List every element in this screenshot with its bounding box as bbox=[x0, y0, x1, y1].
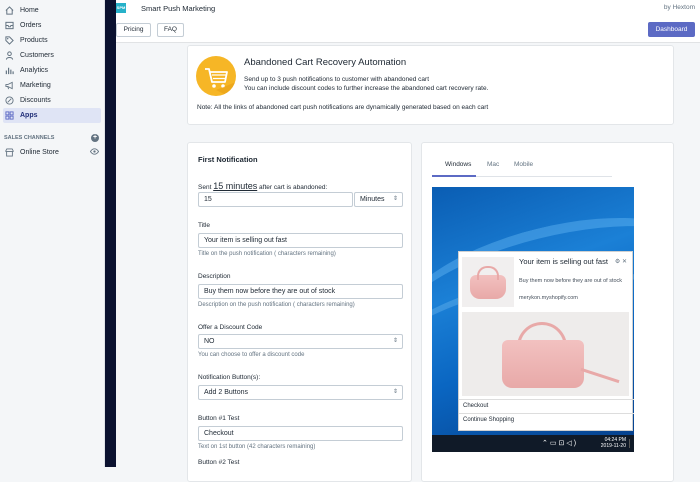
intro-line-2: You can include discount codes to furthe… bbox=[244, 85, 489, 92]
tab-windows[interactable]: Windows bbox=[445, 161, 471, 168]
buttons-select[interactable]: Add 2 Buttons ⇕ bbox=[198, 385, 403, 400]
person-icon bbox=[5, 51, 14, 60]
sidebar-item-apps[interactable]: Apps bbox=[3, 108, 101, 123]
title-input[interactable]: Your item is selling out fast bbox=[198, 233, 403, 248]
sidebar-item-label: Home bbox=[20, 7, 39, 14]
windows-taskbar: ⌃▭⊡◁) 04:24 PM 2019-11-20 bbox=[432, 435, 634, 452]
tab-mobile[interactable]: Mobile bbox=[514, 161, 533, 168]
notification-body: Buy them now before they are out of stoc… bbox=[519, 278, 623, 284]
sent-label: Sent 15 minutes after cart is abandoned: bbox=[198, 181, 327, 191]
sales-channels-header: SALES CHANNELS + bbox=[4, 134, 99, 142]
sidebar-item-label: Apps bbox=[20, 112, 38, 119]
button1-input[interactable]: Checkout bbox=[198, 426, 403, 441]
eye-icon[interactable] bbox=[89, 148, 100, 157]
intro-card: Abandoned Cart Recovery Automation Send … bbox=[187, 45, 674, 125]
preview-card: Windows Mac Mobile Your item is selling … bbox=[421, 142, 674, 482]
intro-line-1: Send up to 3 push notifications to custo… bbox=[244, 76, 430, 83]
faq-button[interactable]: FAQ bbox=[157, 23, 184, 37]
sidebar-item-customers[interactable]: Customers bbox=[3, 48, 101, 63]
delay-unit-select[interactable]: Minutes ⇕ bbox=[354, 192, 403, 207]
bar-chart-icon bbox=[5, 66, 14, 75]
intro-note: Note: All the links of abandoned cart pu… bbox=[197, 104, 489, 111]
button2-label: Button #2 Test bbox=[198, 459, 240, 466]
apps-icon bbox=[5, 111, 14, 120]
buttons-label: Notification Button(s): bbox=[198, 374, 261, 381]
intro-title: Abandoned Cart Recovery Automation bbox=[244, 57, 407, 68]
sent-suffix: after cart is abandoned: bbox=[259, 184, 328, 191]
discount-icon bbox=[5, 96, 14, 105]
notification-thumbnail bbox=[462, 257, 514, 307]
sidebar-item-label: Marketing bbox=[20, 82, 51, 89]
sidebar-item-label: Products bbox=[20, 37, 48, 44]
dashboard-button[interactable]: Dashboard bbox=[648, 22, 695, 37]
select-arrows-icon: ⇕ bbox=[392, 389, 398, 395]
store-icon bbox=[5, 148, 14, 157]
system-tray-icons: ⌃▭⊡◁) bbox=[542, 440, 579, 447]
sidebar: Home Orders Products Customers Analytics… bbox=[0, 0, 105, 467]
sidebar-item-label: Customers bbox=[20, 52, 54, 59]
shopping-cart-icon bbox=[196, 56, 236, 96]
discount-value: NO bbox=[204, 338, 215, 345]
preview-tabs: Windows Mac Mobile bbox=[432, 155, 612, 177]
selected-tab-indicator bbox=[432, 175, 476, 177]
developer-credit: by Hextom bbox=[663, 4, 695, 11]
sidebar-item-online-store[interactable]: Online Store bbox=[3, 145, 101, 160]
clock-date: 2019-11-20 bbox=[600, 443, 626, 449]
sidebar-item-label: Discounts bbox=[20, 97, 51, 104]
sidebar-item-products[interactable]: Products bbox=[3, 33, 101, 48]
description-help: Description on the push notification ( c… bbox=[198, 302, 355, 308]
app-header: SPM Smart Push Marketing by Hextom bbox=[116, 0, 700, 18]
delay-unit-value: Minutes bbox=[360, 196, 385, 203]
title-help: Title on the push notification ( charact… bbox=[198, 251, 336, 257]
sidebar-item-orders[interactable]: Orders bbox=[3, 18, 101, 33]
sidebar-item-label: Orders bbox=[20, 22, 42, 29]
discount-label: Offer a Discount Code bbox=[198, 324, 263, 331]
first-notification-card: First Notification Sent 15 minutes after… bbox=[187, 142, 412, 482]
windows-desktop-preview: Your item is selling out fast ⚙ ✕ Buy th… bbox=[432, 187, 634, 452]
tag-icon bbox=[5, 36, 14, 45]
action-bar: Pricing FAQ Dashboard bbox=[116, 18, 700, 43]
sidebar-item-discounts[interactable]: Discounts bbox=[3, 93, 101, 108]
discount-help: You can choose to offer a discount code bbox=[198, 352, 305, 358]
buttons-value: Add 2 Buttons bbox=[204, 389, 248, 396]
taskbar-clock: 04:24 PM 2019-11-20 bbox=[601, 437, 626, 449]
orders-icon bbox=[5, 21, 14, 30]
notification-domain: merykon.myshopify.com bbox=[519, 295, 578, 301]
notification-action-checkout[interactable]: Checkout bbox=[463, 403, 488, 409]
megaphone-icon bbox=[5, 81, 14, 90]
discount-select[interactable]: NO ⇕ bbox=[198, 334, 403, 349]
sidebar-item-home[interactable]: Home bbox=[3, 3, 101, 18]
notification-controls[interactable]: ⚙ ✕ bbox=[615, 258, 627, 265]
sent-delay-link[interactable]: 15 minutes bbox=[213, 181, 257, 191]
description-input[interactable]: Buy them now before they are out of stoc… bbox=[198, 284, 403, 299]
sidebar-item-marketing[interactable]: Marketing bbox=[3, 78, 101, 93]
title-label: Title bbox=[198, 222, 211, 229]
sent-prefix: Sent bbox=[198, 184, 212, 191]
home-icon bbox=[5, 6, 14, 15]
sidebar-item-analytics[interactable]: Analytics bbox=[3, 63, 101, 78]
add-channel-icon[interactable]: + bbox=[91, 134, 99, 142]
tab-mac[interactable]: Mac bbox=[487, 161, 499, 168]
select-arrows-icon: ⇕ bbox=[392, 196, 398, 202]
sidebar-item-label: Analytics bbox=[20, 67, 49, 74]
description-label: Description bbox=[198, 273, 231, 280]
pricing-button[interactable]: Pricing bbox=[116, 23, 151, 37]
notification-title: Your item is selling out fast bbox=[519, 257, 608, 266]
notification-action-continue[interactable]: Continue Shopping bbox=[463, 417, 514, 423]
delay-value-input[interactable]: 15 bbox=[198, 192, 353, 207]
button1-help: Text on 1st button (42 characters remain… bbox=[198, 444, 316, 450]
app-logo: SPM bbox=[116, 3, 126, 13]
sidebar-item-label: Online Store bbox=[20, 149, 59, 156]
section-title: First Notification bbox=[198, 155, 258, 164]
show-desktop-button[interactable] bbox=[629, 439, 632, 448]
push-notification-preview: Your item is selling out fast ⚙ ✕ Buy th… bbox=[458, 251, 634, 431]
app-title: Smart Push Marketing bbox=[141, 4, 216, 13]
sales-channels-title: SALES CHANNELS bbox=[4, 135, 55, 141]
embedded-frame-border bbox=[105, 0, 116, 467]
notification-image bbox=[462, 312, 629, 396]
button1-label: Button #1 Test bbox=[198, 415, 240, 422]
select-arrows-icon: ⇕ bbox=[392, 338, 398, 344]
